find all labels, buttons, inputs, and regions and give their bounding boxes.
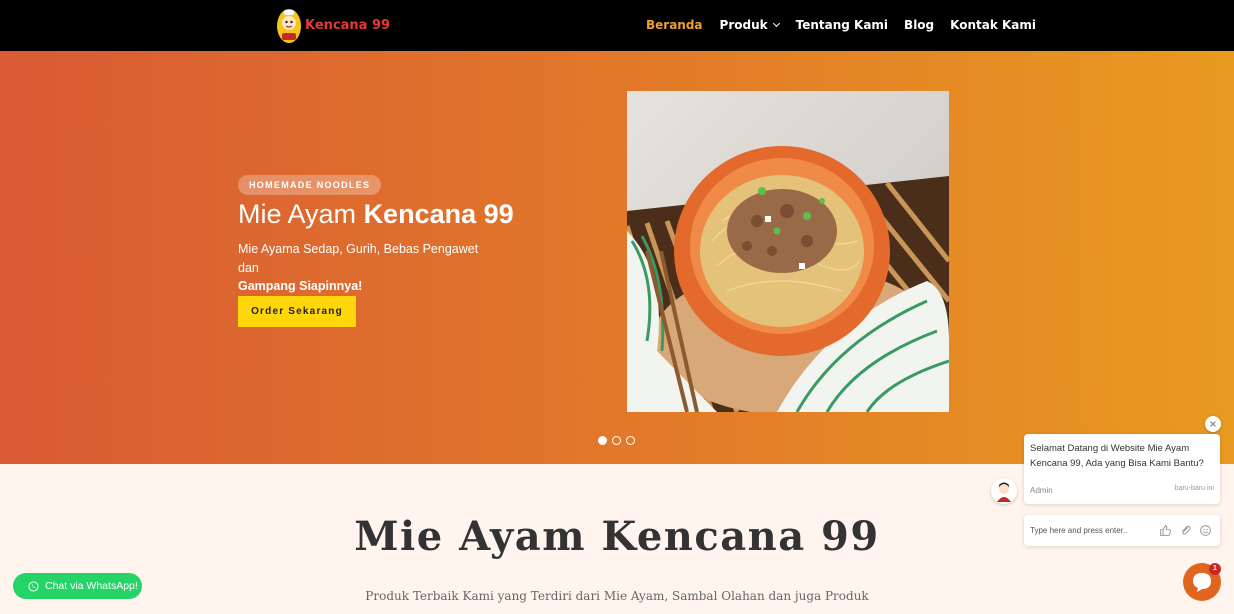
whatsapp-chat-button[interactable]: Chat via WhatsApp! <box>13 573 142 599</box>
whatsapp-icon <box>28 580 39 592</box>
chat-timestamp: baru-baru ini <box>1174 485 1214 492</box>
order-now-button[interactable]: Order Sekarang <box>238 296 356 327</box>
agent-avatar-icon <box>997 482 1011 502</box>
chat-input-field[interactable]: Type here and press enter.. <box>1024 515 1220 546</box>
brand-logo[interactable]: Kencana 99 <box>276 6 390 44</box>
chevron-down-icon <box>772 19 780 28</box>
close-icon <box>1210 421 1216 427</box>
noodle-bowl-illustration <box>627 91 949 412</box>
chat-unread-badge: 1 <box>1209 563 1221 575</box>
slider-dots <box>598 436 635 445</box>
hero-subtitle: Mie Ayama Sedap, Gurih, Bebas Pengawet d… <box>238 240 498 296</box>
site-header: Kencana 99 Beranda Produk Tentang Kami B… <box>0 0 1234 51</box>
chat-input-placeholder: Type here and press enter.. <box>1030 526 1128 535</box>
slider-dot-3[interactable] <box>626 436 635 445</box>
chat-tools <box>1159 524 1212 537</box>
nav-item-kontak-kami[interactable]: Kontak Kami <box>950 18 1036 32</box>
nav-item-produk[interactable]: Produk <box>719 18 780 32</box>
nav-item-beranda[interactable]: Beranda <box>646 18 703 32</box>
chat-sender: Admin <box>1030 486 1053 495</box>
hero-noodle-photo <box>627 91 949 412</box>
hero-subtitle-bold: Gampang Siapinnya! <box>238 279 363 293</box>
brand-name: Kencana 99 <box>305 17 391 33</box>
chat-message-bubble: Selamat Datang di Website Mie Ayam Kenca… <box>1024 434 1220 504</box>
attachment-icon[interactable] <box>1179 524 1192 537</box>
main-nav: Beranda Produk Tentang Kami Blog Kontak … <box>646 18 1036 32</box>
emoji-icon[interactable] <box>1199 524 1212 537</box>
nav-item-tentang-kami[interactable]: Tentang Kami <box>796 18 888 32</box>
chat-close-button[interactable] <box>1205 416 1221 432</box>
hero-badge: HOMEMADE NOODLES <box>238 175 382 195</box>
hero-subtitle-line: Mie Ayama Sedap, Gurih, Bebas Pengawet d… <box>238 242 479 275</box>
chat-agent-avatar <box>991 478 1017 504</box>
chat-message-text: Selamat Datang di Website Mie Ayam Kenca… <box>1030 443 1204 469</box>
nav-item-produk-label: Produk <box>719 18 768 32</box>
hero-title: Mie Ayam Kencana 99 <box>238 199 514 230</box>
hero-slider: HOMEMADE NOODLES Mie Ayam Kencana 99 Mie… <box>0 51 1234 464</box>
logo-mascot-icon <box>277 9 301 43</box>
section-description: Produk Terbaik Kami yang Terdiri dari Mi… <box>365 589 869 603</box>
slider-dot-2[interactable] <box>612 436 621 445</box>
thumbs-up-icon[interactable] <box>1159 524 1172 537</box>
whatsapp-label: Chat via WhatsApp! <box>45 580 138 592</box>
hero-title-light: Mie Ayam <box>238 199 357 229</box>
slider-dot-1[interactable] <box>598 436 607 445</box>
nav-item-blog[interactable]: Blog <box>904 18 934 32</box>
hero-title-bold: Kencana 99 <box>363 199 514 229</box>
